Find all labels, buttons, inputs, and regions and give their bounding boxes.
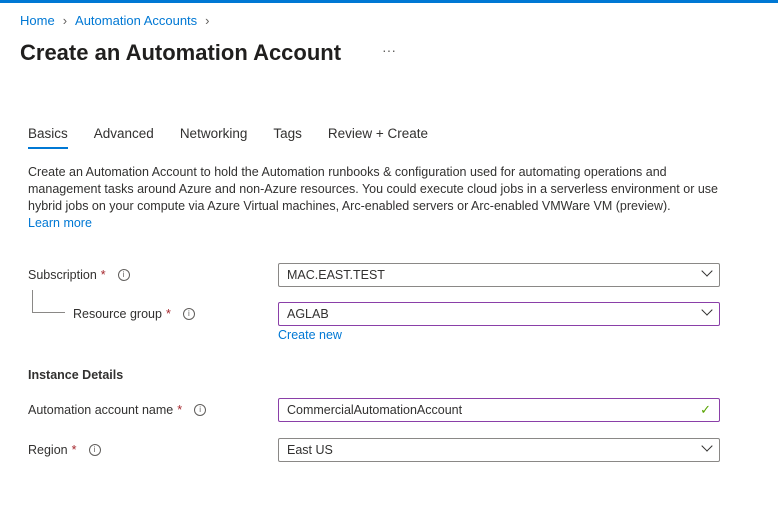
info-icon[interactable]: i (182, 308, 195, 320)
account-name-label: Automation account name * i (28, 403, 207, 417)
chevron-down-icon (701, 265, 713, 277)
subscription-dropdown[interactable]: MAC.EAST.TEST (278, 263, 720, 287)
region-label: Region * i (28, 443, 101, 457)
resource-group-label-text: Resource group (73, 307, 162, 321)
page-title: Create an Automation Account (20, 40, 342, 65)
info-icon[interactable]: i (117, 269, 130, 281)
breadcrumb: Home › Automation Accounts › (20, 13, 210, 28)
region-label-text: Region (28, 443, 68, 457)
checkmark-icon: ✓ (700, 402, 711, 417)
create-new-link[interactable]: Create new (278, 328, 342, 342)
subscription-value: MAC.EAST.TEST (287, 268, 385, 282)
tree-connector (32, 290, 65, 313)
chevron-down-icon (701, 440, 713, 452)
more-options-button[interactable]: ··· (382, 42, 396, 58)
required-mark: * (71, 443, 77, 457)
learn-more-link[interactable]: Learn more (28, 215, 728, 232)
tab-review-create[interactable]: Review + Create (328, 126, 428, 149)
info-icon[interactable]: i (88, 444, 101, 456)
tab-bar: Basics Advanced Networking Tags Review +… (28, 126, 454, 149)
required-mark: * (165, 307, 171, 321)
description: Create an Automation Account to hold the… (28, 164, 728, 232)
tab-networking[interactable]: Networking (180, 126, 248, 149)
subscription-label: Subscription * i (28, 268, 130, 282)
resource-group-label: Resource group * i (73, 307, 195, 321)
subscription-label-text: Subscription (28, 268, 97, 282)
tab-advanced[interactable]: Advanced (94, 126, 154, 149)
top-accent-bar (0, 0, 778, 3)
required-mark: * (177, 403, 183, 417)
region-value: East US (287, 443, 333, 457)
account-name-label-text: Automation account name (28, 403, 174, 417)
account-name-value: CommercialAutomationAccount (287, 403, 463, 417)
tab-basics[interactable]: Basics (28, 126, 68, 149)
required-mark: * (100, 268, 106, 282)
account-name-input[interactable]: CommercialAutomationAccount ✓ (278, 398, 720, 422)
tab-tags[interactable]: Tags (273, 126, 302, 149)
chevron-down-icon (701, 304, 713, 316)
chevron-right-icon: › (62, 13, 68, 28)
chevron-right-icon: › (205, 13, 210, 28)
info-icon[interactable]: i (194, 404, 207, 416)
region-dropdown[interactable]: East US (278, 438, 720, 462)
breadcrumb-home[interactable]: Home (20, 13, 55, 28)
resource-group-dropdown[interactable]: AGLAB (278, 302, 720, 326)
breadcrumb-automation-accounts[interactable]: Automation Accounts (75, 13, 197, 28)
resource-group-value: AGLAB (287, 307, 329, 321)
instance-details-heading: Instance Details (28, 368, 124, 382)
description-text: Create an Automation Account to hold the… (28, 165, 718, 213)
